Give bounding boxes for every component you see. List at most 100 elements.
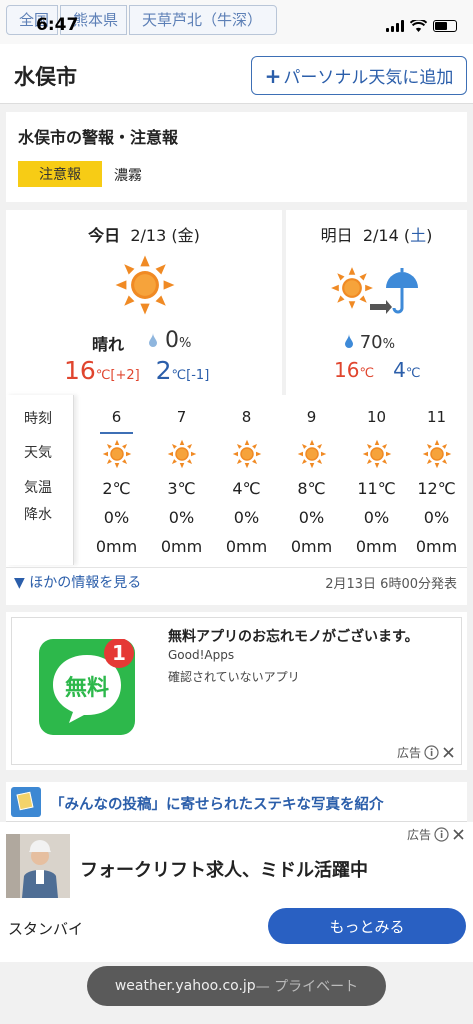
notification-count: 1 [112,641,126,665]
worker-image [6,834,70,898]
hourly-forecast[interactable]: 時刻 天気 気温 降水 6 2℃ 0% 0mm 7 3℃ 0% 0mm 8 4℃… [6,395,467,565]
tomorrow-high-unit: ℃ [359,366,375,381]
tomorrow-weekday-close: ) [426,226,433,245]
cellular-signal-icon [386,20,404,32]
hour-amount: 0mm [290,537,333,556]
more-info-row: ▼ ほかの情報を見る 2月13日 6時00分発表 [6,567,467,597]
url-domain: weather.yahoo.co.jp [114,978,256,994]
more-info-link[interactable]: ▼ ほかの情報を見る [14,572,141,592]
ad-label-text: 広告 [406,828,431,842]
hour-precip: 0% [298,508,325,527]
advisory-badge[interactable]: 注意報 [18,161,102,187]
tomorrow-temps: 16℃ 4℃ [334,358,420,382]
ad-label: 広告 [397,744,455,761]
forecast-card: 今日 2/13 (金) 晴れ 0% 16℃[+2] 2℃[-1] 明日 2/14… [6,210,467,605]
tomorrow-header: 明日 2/14 (土) [286,222,467,246]
hour-time: 7 [176,408,187,426]
tomorrow-label: 明日 [320,226,353,245]
ad-frame[interactable]: 無料 1 無料アプリのお忘れモノがございます。 Good!Apps 確認されてい… [11,617,462,765]
label-temp: 気温 [24,480,52,496]
today-date: 2/13 [130,226,167,245]
status-time: 6:47 [36,15,79,35]
hour-precip: 0% [168,508,195,527]
today-high-unit: ℃ [95,368,111,383]
promo-text[interactable]: 「みんなの投稿」に寄せられたステキな写真を紹介 [50,793,384,814]
city-header: 水俣市 + パーソナル天気に追加 [0,44,473,104]
hour-time: 6 [84,408,149,434]
add-personal-weather-button[interactable]: + パーソナル天気に追加 [251,56,467,95]
warnings-card: 水俣市の警報・注意報 注意報 濃霧 [6,112,467,202]
url-bar[interactable]: weather.yahoo.co.jp — プライベート [87,966,386,1006]
today-low: 2 [155,356,172,385]
label-weather: 天気 [24,445,52,461]
today-low-diff: [-1] [186,368,210,383]
adchoices-icon[interactable] [434,827,449,842]
today-weekday: (金) [171,226,200,245]
hour-amount: 0mm [355,537,398,556]
ad-photo[interactable] [6,834,70,898]
sun-icon [362,439,392,469]
tomorrow-precip-unit: % [382,337,395,352]
raindrop-icon [149,333,157,347]
hour-amount: 0mm [225,537,268,556]
photo-thumbnail-icon [11,787,41,817]
ad-advertiser: Good!Apps [168,648,235,662]
close-icon[interactable] [442,746,455,759]
hour-precip: 0% [103,508,130,527]
tomorrow-precip-value: 70 [359,332,383,353]
tomorrow-weekday: 土 [410,226,427,245]
tomorrow-date: 2/14 [362,226,399,245]
hour-temp: 3℃ [167,479,196,498]
sun-icon [167,439,197,469]
tomorrow-low: 4 [393,358,406,382]
add-button-label: パーソナル天気に追加 [283,68,454,88]
promo-banner[interactable]: 「みんなの投稿」に寄せられたステキな写真を紹介 [6,782,467,822]
today-forecast: 今日 2/13 (金) 晴れ 0% 16℃[+2] 2℃[-1] [6,210,282,395]
ad-card[interactable]: 無料 1 無料アプリのお忘れモノがございます。 Good!Apps 確認されてい… [6,612,467,770]
hour-precip: 0% [363,508,390,527]
label-precip: 降水 [24,507,52,523]
ad-title[interactable]: 無料アプリのお忘れモノがございます。 [168,626,419,646]
browsing-mode: — プライベート [255,979,359,995]
today-precip-unit: % [179,336,192,351]
adchoices-icon[interactable] [424,745,439,760]
bottom-ad[interactable]: フォークリフト求人、ミドル活躍中 広告 スタンバイ もっとみる [0,822,473,962]
today-header: 今日 2/13 (金) [6,222,282,246]
issued-time: 2月13日 6時00分発表 [325,577,457,592]
hour-amount: 0mm [95,537,138,556]
sun-icon [422,439,452,469]
tomorrow-precip: 70% [344,332,395,353]
hour-temp: 4℃ [232,479,261,498]
hour-temp: 8℃ [297,479,326,498]
hour-amount: 0mm [160,537,203,556]
close-icon[interactable] [452,828,465,841]
advisory-type[interactable]: 濃霧 [114,165,142,185]
tomorrow-low-unit: ℃ [405,366,421,381]
today-precip: 0% [148,328,191,353]
raindrop-icon [345,334,353,348]
ad-headline[interactable]: フォークリフト求人、ミドル活躍中 [80,856,368,882]
sun-icon [114,254,176,316]
sun-icon [102,439,132,469]
tomorrow-forecast: 明日 2/14 (土) 70% 16℃ 4℃ [286,210,467,395]
sun-icon [297,439,327,469]
sun-then-rain-icon [331,267,418,314]
today-precip-value: 0 [165,328,179,353]
hour-temp: 11℃ [357,479,396,498]
hour-time: 11 [426,408,447,426]
hour-precip: 0% [233,508,260,527]
top-bar: 全国 熊本県 天草芦北（牛深） 6:47 [0,0,473,44]
hour-time: 8 [241,408,252,426]
hour-time: 10 [366,408,387,426]
breadcrumb-item-region[interactable]: 天草芦北（牛深） [129,5,278,35]
wifi-icon [410,20,427,32]
hour-temp: 2℃ [102,479,131,498]
ad-label: 広告 [407,826,465,843]
app-logo-icon[interactable]: 無料 1 [39,639,135,735]
warnings-title: 水俣市の警報・注意報 [18,128,179,147]
tomorrow-high: 16 [334,358,360,382]
see-more-button[interactable]: もっとみる [268,908,466,944]
ad-description: 確認されていないアプリ [168,670,300,684]
hourly-labels: 時刻 天気 気温 降水 [6,395,74,565]
ad-source: スタンバイ [8,920,84,938]
